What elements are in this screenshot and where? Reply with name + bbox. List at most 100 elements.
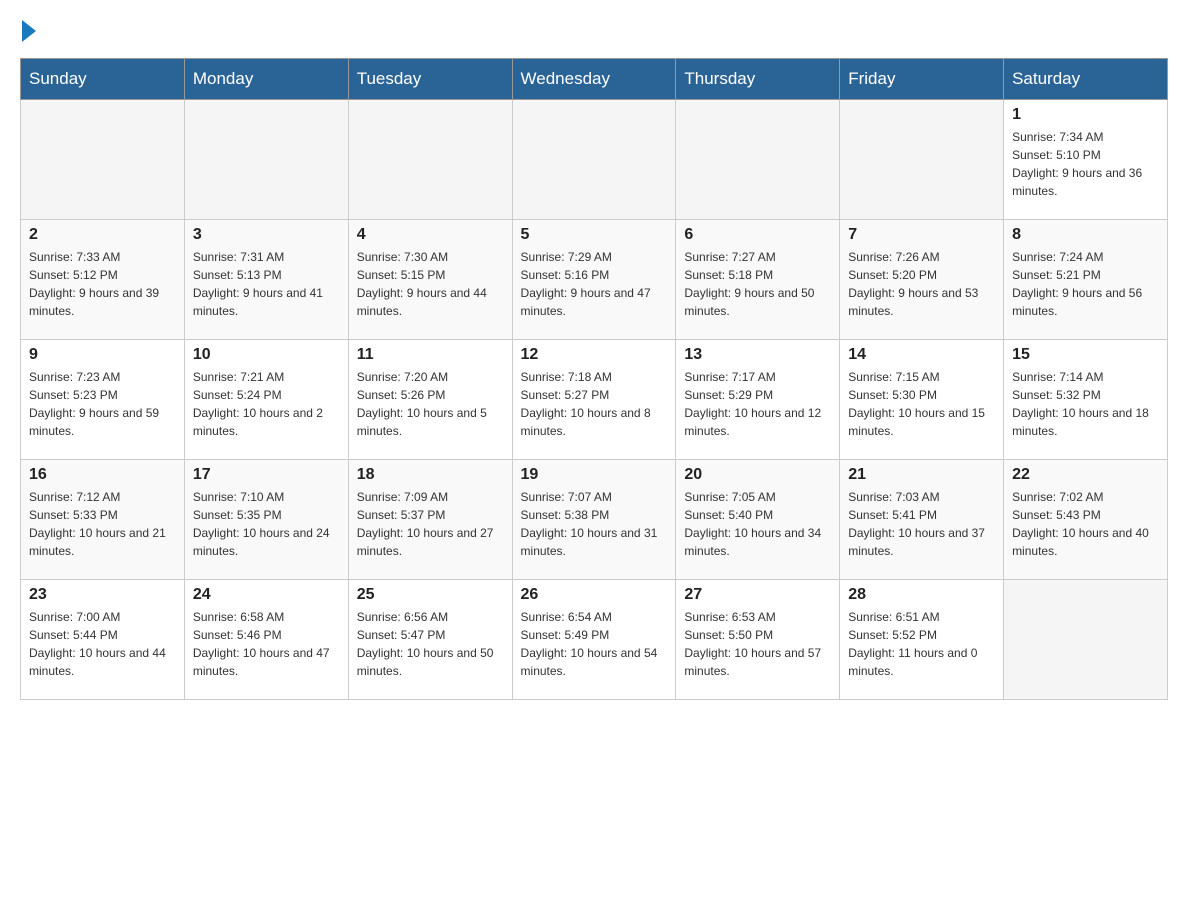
calendar-cell: 24 Sunrise: 6:58 AM Sunset: 5:46 PM Dayli… xyxy=(184,580,348,700)
logo xyxy=(20,20,38,42)
calendar-cell: 25 Sunrise: 6:56 AM Sunset: 5:47 PM Dayli… xyxy=(348,580,512,700)
day-info: Sunrise: 7:30 AM Sunset: 5:15 PM Dayligh… xyxy=(357,248,504,320)
calendar-row-4: 23 Sunrise: 7:00 AM Sunset: 5:44 PM Dayli… xyxy=(21,580,1168,700)
day-info: Sunrise: 7:05 AM Sunset: 5:40 PM Dayligh… xyxy=(684,488,831,560)
calendar-cell: 13 Sunrise: 7:17 AM Sunset: 5:29 PM Dayli… xyxy=(676,340,840,460)
day-number: 27 xyxy=(684,586,831,604)
day-info: Sunrise: 7:31 AM Sunset: 5:13 PM Dayligh… xyxy=(193,248,340,320)
calendar-cell: 8 Sunrise: 7:24 AM Sunset: 5:21 PM Daylig… xyxy=(1004,220,1168,340)
day-info: Sunrise: 7:29 AM Sunset: 5:16 PM Dayligh… xyxy=(521,248,668,320)
weekday-header-saturday: Saturday xyxy=(1004,59,1168,100)
day-number: 6 xyxy=(684,226,831,244)
calendar-cell: 4 Sunrise: 7:30 AM Sunset: 5:15 PM Daylig… xyxy=(348,220,512,340)
day-number: 8 xyxy=(1012,226,1159,244)
day-info: Sunrise: 7:10 AM Sunset: 5:35 PM Dayligh… xyxy=(193,488,340,560)
day-number: 20 xyxy=(684,466,831,484)
calendar-cell: 6 Sunrise: 7:27 AM Sunset: 5:18 PM Daylig… xyxy=(676,220,840,340)
calendar-cell xyxy=(1004,580,1168,700)
day-number: 5 xyxy=(521,226,668,244)
calendar-row-2: 9 Sunrise: 7:23 AM Sunset: 5:23 PM Daylig… xyxy=(21,340,1168,460)
calendar-cell: 12 Sunrise: 7:18 AM Sunset: 5:27 PM Dayli… xyxy=(512,340,676,460)
day-number: 9 xyxy=(29,346,176,364)
day-number: 13 xyxy=(684,346,831,364)
calendar-cell xyxy=(21,100,185,220)
calendar-cell: 5 Sunrise: 7:29 AM Sunset: 5:16 PM Daylig… xyxy=(512,220,676,340)
day-number: 11 xyxy=(357,346,504,364)
day-info: Sunrise: 7:07 AM Sunset: 5:38 PM Dayligh… xyxy=(521,488,668,560)
day-number: 10 xyxy=(193,346,340,364)
weekday-header-thursday: Thursday xyxy=(676,59,840,100)
weekday-header-friday: Friday xyxy=(840,59,1004,100)
calendar-cell: 9 Sunrise: 7:23 AM Sunset: 5:23 PM Daylig… xyxy=(21,340,185,460)
calendar-cell xyxy=(512,100,676,220)
calendar-cell: 16 Sunrise: 7:12 AM Sunset: 5:33 PM Dayli… xyxy=(21,460,185,580)
day-number: 3 xyxy=(193,226,340,244)
calendar-cell: 19 Sunrise: 7:07 AM Sunset: 5:38 PM Dayli… xyxy=(512,460,676,580)
day-info: Sunrise: 7:33 AM Sunset: 5:12 PM Dayligh… xyxy=(29,248,176,320)
calendar-cell: 10 Sunrise: 7:21 AM Sunset: 5:24 PM Dayli… xyxy=(184,340,348,460)
day-info: Sunrise: 6:54 AM Sunset: 5:49 PM Dayligh… xyxy=(521,608,668,680)
weekday-header-row: SundayMondayTuesdayWednesdayThursdayFrid… xyxy=(21,59,1168,100)
day-info: Sunrise: 7:18 AM Sunset: 5:27 PM Dayligh… xyxy=(521,368,668,440)
calendar-cell: 21Sunrise: 7:03 AM Sunset: 5:41 PM Dayli… xyxy=(840,460,1004,580)
day-number: 4 xyxy=(357,226,504,244)
calendar-cell: 23 Sunrise: 7:00 AM Sunset: 5:44 PM Dayli… xyxy=(21,580,185,700)
day-number: 15 xyxy=(1012,346,1159,364)
day-number: 25 xyxy=(357,586,504,604)
day-info: Sunrise: 6:56 AM Sunset: 5:47 PM Dayligh… xyxy=(357,608,504,680)
day-info: Sunrise: 7:27 AM Sunset: 5:18 PM Dayligh… xyxy=(684,248,831,320)
day-number: 26 xyxy=(521,586,668,604)
day-info: Sunrise: 7:23 AM Sunset: 5:23 PM Dayligh… xyxy=(29,368,176,440)
calendar-row-3: 16 Sunrise: 7:12 AM Sunset: 5:33 PM Dayli… xyxy=(21,460,1168,580)
weekday-header-wednesday: Wednesday xyxy=(512,59,676,100)
page-header xyxy=(20,20,1168,42)
calendar-cell: 2 Sunrise: 7:33 AM Sunset: 5:12 PM Daylig… xyxy=(21,220,185,340)
day-number: 12 xyxy=(521,346,668,364)
calendar-cell: 22 Sunrise: 7:02 AM Sunset: 5:43 PM Dayli… xyxy=(1004,460,1168,580)
day-info: Sunrise: 7:24 AM Sunset: 5:21 PM Dayligh… xyxy=(1012,248,1159,320)
day-number: 28 xyxy=(848,586,995,604)
day-number: 24 xyxy=(193,586,340,604)
calendar-cell: 27 Sunrise: 6:53 AM Sunset: 5:50 PM Dayli… xyxy=(676,580,840,700)
day-info: Sunrise: 6:53 AM Sunset: 5:50 PM Dayligh… xyxy=(684,608,831,680)
calendar-cell: 11 Sunrise: 7:20 AM Sunset: 5:26 PM Dayli… xyxy=(348,340,512,460)
calendar-cell: 1 Sunrise: 7:34 AM Sunset: 5:10 PM Daylig… xyxy=(1004,100,1168,220)
calendar-row-0: 1 Sunrise: 7:34 AM Sunset: 5:10 PM Daylig… xyxy=(21,100,1168,220)
calendar-cell xyxy=(676,100,840,220)
day-number: 1 xyxy=(1012,106,1159,124)
day-info: Sunrise: 6:58 AM Sunset: 5:46 PM Dayligh… xyxy=(193,608,340,680)
day-number: 23 xyxy=(29,586,176,604)
day-info: Sunrise: 7:20 AM Sunset: 5:26 PM Dayligh… xyxy=(357,368,504,440)
day-number: 2 xyxy=(29,226,176,244)
calendar-cell: 26 Sunrise: 6:54 AM Sunset: 5:49 PM Dayli… xyxy=(512,580,676,700)
calendar-cell xyxy=(348,100,512,220)
day-info: Sunrise: 7:17 AM Sunset: 5:29 PM Dayligh… xyxy=(684,368,831,440)
day-info: Sunrise: 7:14 AM Sunset: 5:32 PM Dayligh… xyxy=(1012,368,1159,440)
day-info: Sunrise: 7:15 AM Sunset: 5:30 PM Dayligh… xyxy=(848,368,995,440)
calendar-cell: 20 Sunrise: 7:05 AM Sunset: 5:40 PM Dayli… xyxy=(676,460,840,580)
day-number: 21 xyxy=(848,466,995,484)
weekday-header-monday: Monday xyxy=(184,59,348,100)
calendar-cell: 18 Sunrise: 7:09 AM Sunset: 5:37 PM Dayli… xyxy=(348,460,512,580)
calendar-cell xyxy=(184,100,348,220)
calendar-cell: 28 Sunrise: 6:51 AM Sunset: 5:52 PM Dayli… xyxy=(840,580,1004,700)
day-info: Sunrise: 7:34 AM Sunset: 5:10 PM Dayligh… xyxy=(1012,128,1159,200)
day-number: 16 xyxy=(29,466,176,484)
calendar-cell: 15 Sunrise: 7:14 AM Sunset: 5:32 PM Dayli… xyxy=(1004,340,1168,460)
calendar-cell: 7Sunrise: 7:26 AM Sunset: 5:20 PM Daylig… xyxy=(840,220,1004,340)
calendar-cell: 14Sunrise: 7:15 AM Sunset: 5:30 PM Dayli… xyxy=(840,340,1004,460)
calendar-cell: 3 Sunrise: 7:31 AM Sunset: 5:13 PM Daylig… xyxy=(184,220,348,340)
calendar-row-1: 2 Sunrise: 7:33 AM Sunset: 5:12 PM Daylig… xyxy=(21,220,1168,340)
day-number: 22 xyxy=(1012,466,1159,484)
day-info: Sunrise: 7:21 AM Sunset: 5:24 PM Dayligh… xyxy=(193,368,340,440)
day-info: Sunrise: 7:12 AM Sunset: 5:33 PM Dayligh… xyxy=(29,488,176,560)
day-number: 18 xyxy=(357,466,504,484)
day-info: Sunrise: 7:02 AM Sunset: 5:43 PM Dayligh… xyxy=(1012,488,1159,560)
calendar-cell xyxy=(840,100,1004,220)
day-number: 19 xyxy=(521,466,668,484)
logo-arrow-icon xyxy=(22,20,36,42)
day-info: Sunrise: 6:51 AM Sunset: 5:52 PM Dayligh… xyxy=(848,608,995,680)
day-info: Sunrise: 7:00 AM Sunset: 5:44 PM Dayligh… xyxy=(29,608,176,680)
day-info: Sunrise: 7:09 AM Sunset: 5:37 PM Dayligh… xyxy=(357,488,504,560)
day-info: Sunrise: 7:26 AM Sunset: 5:20 PM Dayligh… xyxy=(848,248,995,320)
